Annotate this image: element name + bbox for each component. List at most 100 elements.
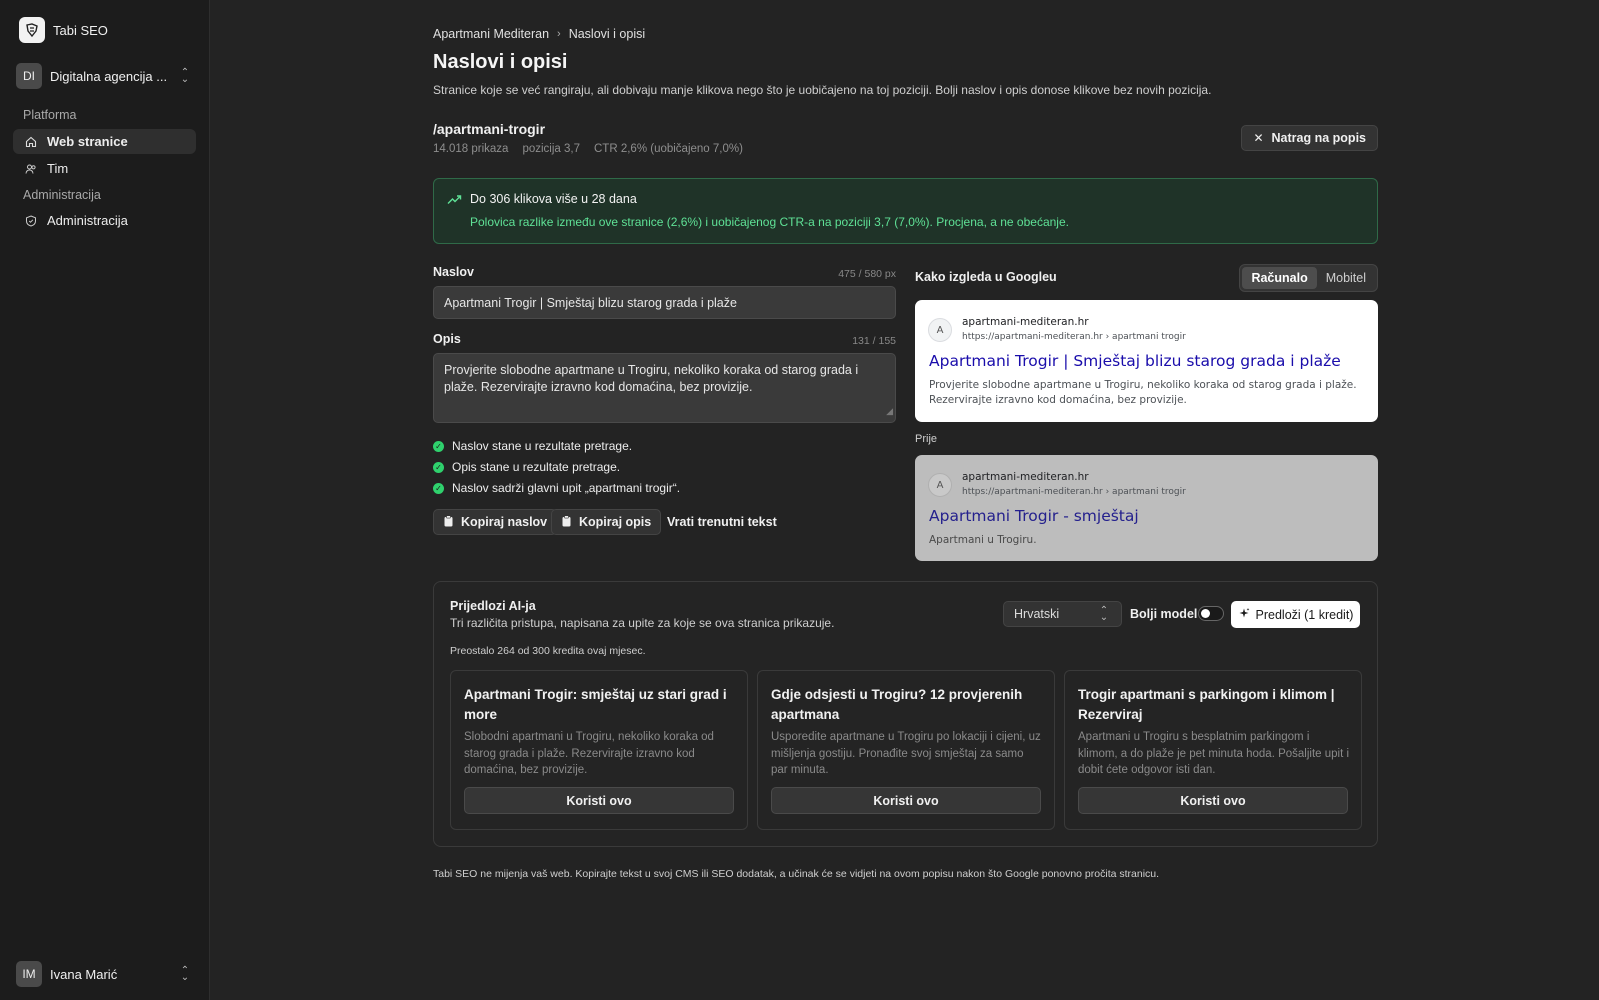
users-icon [24, 162, 37, 175]
ai-panel-subtitle: Tri različita pristupa, napisana za upit… [450, 616, 835, 630]
check-circle-icon: ✓ [433, 482, 444, 494]
org-avatar: DI [16, 63, 42, 89]
before-label: Prije [915, 433, 938, 445]
copy-description-label: Kopiraj opis [579, 515, 652, 529]
title-char-count: 475 / 580 px [838, 268, 896, 280]
page-stats: 14.018 prikaza pozicija 3,7 CTR 2,6% (uo… [433, 143, 743, 155]
page-url: /apartmani-trogir [433, 121, 546, 137]
serp-url-path: https://apartmani-mediteran.hr › apartma… [962, 332, 1186, 342]
description-textarea[interactable]: Provjerite slobodne apartmane u Trogiru,… [433, 353, 896, 423]
nav-group-platforma: Platforma [23, 108, 77, 122]
serp-title: Apartmani Trogir - smještaj [929, 507, 1139, 525]
serp-preview-before: A apartmani-mediteran.hr https://apartma… [915, 455, 1378, 561]
use-suggestion-button[interactable]: Koristi ovo [464, 787, 734, 814]
serp-description: Provjerite slobodne apartmane u Trogiru,… [929, 379, 1357, 406]
sidebar-item-tim[interactable]: Tim [13, 156, 196, 181]
use-suggestion-button[interactable]: Koristi ovo [771, 787, 1041, 814]
breadcrumb-item-current: Naslovi i opisi [568, 27, 646, 41]
check-item: ✓ Naslov stane u rezultate pretrage. [433, 439, 632, 453]
suggestion-card: Trogir apartmani s parkingom i klimom | … [1064, 670, 1362, 830]
page-title: Naslovi i opisi [433, 51, 568, 73]
brand-name: Tabi SEO [53, 22, 108, 38]
check-text: Opis stane u rezultate pretrage. [452, 460, 621, 474]
serp-site-name: apartmani-mediteran.hr [962, 316, 1089, 328]
sidebar-item-label: Administracija [47, 213, 128, 228]
suggestion-title: Trogir apartmani s parkingom i klimom | … [1078, 687, 1335, 722]
opportunity-alert: Do 306 klikova više u 28 dana Polovica r… [433, 178, 1378, 244]
brand[interactable]: Tabi SEO [19, 17, 108, 43]
tab-mobile[interactable]: Mobitel [1317, 267, 1375, 289]
sidebar-item-label: Tim [47, 161, 69, 176]
suggestion-card: Apartmani Trogir: smještaj uz stari grad… [450, 670, 748, 830]
suggestion-card: Gdje odsjesti u Trogiru? 12 provjerenih … [757, 670, 1055, 830]
check-circle-icon: ✓ [433, 440, 444, 452]
serp-site-name: apartmani-mediteran.hr [962, 471, 1089, 483]
position: pozicija 3,7 [522, 143, 580, 155]
copy-title-button[interactable]: Kopiraj naslov [433, 509, 558, 535]
close-icon: ✕ [1253, 131, 1264, 145]
suggestion-title: Apartmani Trogir: smještaj uz stari grad… [464, 687, 727, 722]
suggestion-description: Slobodni apartmani u Trogiru, nekoliko k… [464, 731, 714, 776]
sidebar-item-label: Web stranice [47, 134, 128, 149]
restore-text-button[interactable]: Vrati trenutni tekst [667, 515, 777, 529]
trending-up-icon [447, 193, 462, 208]
description-text: Provjerite slobodne apartmane u Trogiru,… [444, 363, 859, 394]
description-field-label: Opis [433, 332, 461, 346]
sidebar-item-web-stranice[interactable]: Web stranice [13, 129, 196, 154]
ctr: CTR 2,6% (uobičajeno 7,0%) [594, 143, 743, 155]
tab-desktop[interactable]: Računalo [1242, 267, 1317, 289]
user-name: Ivana Marić [50, 966, 118, 982]
serp-description: Apartmani u Trogiru. [929, 534, 1037, 546]
sparkles-icon [1238, 607, 1250, 622]
clipboard-icon [443, 514, 454, 530]
org-name: Digitalna agencija ... [50, 68, 168, 84]
home-icon [24, 135, 37, 148]
serp-preview-after: A apartmani-mediteran.hr https://apartma… [915, 300, 1378, 422]
sidebar: Tabi SEO DI Digitalna agencija ... ⌃ ⌄ Pl… [0, 0, 210, 1000]
back-to-list-button[interactable]: ✕ Natrag na popis [1241, 125, 1378, 151]
alert-title: Do 306 klikova više u 28 dana [470, 192, 637, 206]
serp-title: Apartmani Trogir | Smještaj blizu starog… [929, 352, 1341, 370]
back-to-list-label: Natrag na popis [1271, 131, 1366, 145]
resize-grip-icon[interactable]: ◢ [886, 403, 893, 420]
suggestion-title: Gdje odsjesti u Trogiru? 12 provjerenih … [771, 687, 1023, 722]
ai-suggestions-panel: Prijedlozi AI-ja Tri različita pristupa,… [433, 581, 1378, 847]
toggle-knob [1201, 609, 1210, 618]
suggestion-description: Apartmani u Trogiru s besplatnim parking… [1078, 731, 1350, 776]
google-preview-label: Kako izgleda u Googleu [915, 270, 1057, 284]
clipboard-icon [561, 514, 572, 530]
favicon: A [928, 473, 952, 497]
breadcrumb-item-site[interactable]: Apartmani Mediteran [433, 27, 549, 41]
nav-group-administracija: Administracija [23, 188, 101, 202]
user-menu[interactable]: IM Ivana Marić ⌃ ⌄ [16, 959, 192, 989]
breadcrumb: Apartmani Mediteran › Naslovi i opisi [433, 27, 645, 41]
suggestion-description: Usporedite apartmane u Trogiru po lokaci… [771, 731, 1041, 776]
chevron-updown-icon: ⌃ ⌄ [180, 965, 190, 983]
alert-body: Polovica razlike između ove stranice (2,… [470, 215, 1069, 229]
suggest-button[interactable]: Predloži (1 kredit) [1231, 601, 1360, 628]
device-toggle: Računalo Mobitel [1239, 264, 1378, 292]
language-select[interactable]: Hrvatski ⌃ ⌄ [1003, 601, 1122, 627]
chevron-updown-icon: ⌃ ⌄ [1099, 605, 1109, 623]
title-input[interactable]: Apartmani Trogir | Smještaj blizu starog… [433, 286, 896, 319]
page-description: Stranice koje se već rangiraju, ali dobi… [433, 83, 1212, 97]
description-char-count: 131 / 155 [852, 335, 896, 347]
user-avatar: IM [16, 961, 42, 987]
brand-logo-icon [19, 17, 45, 43]
impressions: 14.018 prikaza [433, 143, 509, 155]
favicon: A [928, 318, 952, 342]
credits-remaining: Preostalo 264 od 300 kredita ovaj mjesec… [450, 645, 646, 657]
org-switcher[interactable]: DI Digitalna agencija ... ⌃ ⌄ [16, 61, 192, 91]
use-suggestion-button[interactable]: Koristi ovo [1078, 787, 1348, 814]
sidebar-item-administracija[interactable]: Administracija [13, 208, 196, 233]
check-text: Naslov sadrži glavni upit „apartmani tro… [452, 481, 681, 495]
footer-note: Tabi SEO ne mijenja vaš web. Kopirajte t… [433, 868, 1160, 880]
better-model-toggle[interactable] [1198, 606, 1224, 621]
ai-panel-title: Prijedlozi AI-ja [450, 599, 536, 613]
check-item: ✓ Naslov sadrži glavni upit „apartmani t… [433, 481, 680, 495]
check-circle-icon: ✓ [433, 461, 444, 473]
language-value: Hrvatski [1014, 607, 1060, 621]
copy-title-label: Kopiraj naslov [461, 515, 548, 529]
shield-icon [24, 214, 37, 227]
copy-description-button[interactable]: Kopiraj opis [551, 509, 662, 535]
